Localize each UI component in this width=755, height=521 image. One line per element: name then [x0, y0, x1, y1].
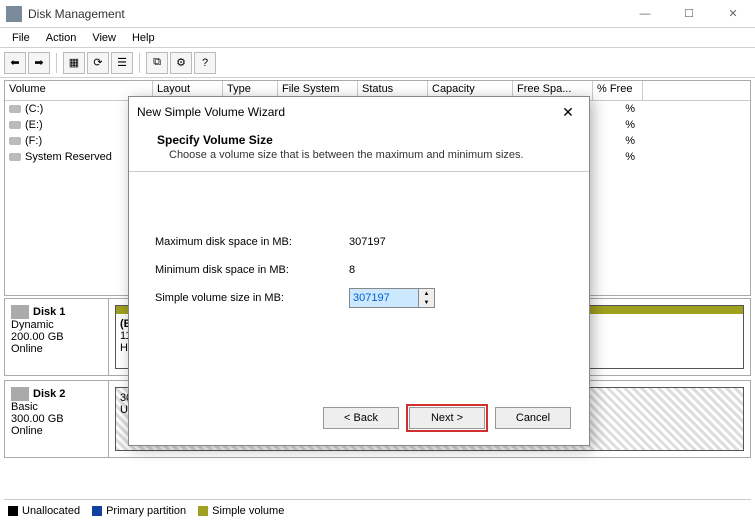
disk-state: Online	[11, 425, 102, 437]
maximize-button[interactable]: ☐	[667, 0, 711, 28]
menu-file[interactable]: File	[4, 30, 38, 46]
spinner-up-icon[interactable]: ▲	[419, 289, 434, 298]
app-icon	[6, 6, 22, 22]
list-icon[interactable]: ☰	[111, 52, 133, 74]
volume-pfree: %	[593, 103, 643, 115]
volume-size-input[interactable]	[349, 288, 419, 308]
volume-pfree: %	[593, 119, 643, 131]
disk-name: Disk 1	[33, 306, 65, 318]
volume-icon	[9, 121, 21, 129]
volume-name: (C:)	[25, 103, 43, 115]
volume-name: (F:)	[25, 135, 42, 147]
disk-icon	[11, 305, 29, 319]
disk-size: 300.00 GB	[11, 413, 102, 425]
nav-back-icon[interactable]: ⬅	[4, 52, 26, 74]
disk-icon	[11, 387, 29, 401]
menubar: File Action View Help	[0, 28, 755, 48]
view-icon[interactable]: ▦	[63, 52, 85, 74]
volume-pfree: %	[593, 151, 643, 163]
dialog-close-button[interactable]: ✕	[555, 104, 581, 121]
swatch-unallocated-icon	[8, 506, 18, 516]
volume-icon	[9, 137, 21, 145]
help-icon[interactable]: ?	[194, 52, 216, 74]
volume-name: System Reserved	[25, 151, 112, 163]
back-button[interactable]: < Back	[323, 407, 399, 429]
disk-name: Disk 2	[33, 388, 65, 400]
volume-icon	[9, 105, 21, 113]
menu-view[interactable]: View	[84, 30, 124, 46]
max-space-label: Maximum disk space in MB:	[155, 236, 349, 248]
settings-icon[interactable]: ⚙	[170, 52, 192, 74]
wizard-dialog: New Simple Volume Wizard ✕ Specify Volum…	[128, 96, 590, 446]
col-pfree[interactable]: % Free	[593, 81, 643, 100]
disk-state: Online	[11, 343, 102, 355]
menu-help[interactable]: Help	[124, 30, 163, 46]
volume-pfree: %	[593, 135, 643, 147]
max-space-value: 307197	[349, 236, 386, 248]
volume-name: (E:)	[25, 119, 43, 131]
volume-icon	[9, 153, 21, 161]
spinner-down-icon[interactable]: ▼	[419, 298, 434, 307]
minimize-button[interactable]: —	[623, 0, 667, 28]
legend: Unallocated Primary partition Simple vol…	[4, 499, 751, 521]
titlebar: Disk Management — ☐ ✕	[0, 0, 755, 28]
next-button[interactable]: Next >	[409, 407, 485, 429]
dialog-title: New Simple Volume Wizard	[137, 105, 555, 119]
window-title: Disk Management	[28, 7, 623, 21]
swatch-primary-icon	[92, 506, 102, 516]
close-button[interactable]: ✕	[711, 0, 755, 28]
properties-icon[interactable]: ⧉	[146, 52, 168, 74]
disk-size: 200.00 GB	[11, 331, 102, 343]
swatch-simple-icon	[198, 506, 208, 516]
toolbar: ⬅ ➡ ▦ ⟳ ☰ ⧉ ⚙ ?	[0, 48, 755, 78]
volume-size-label: Simple volume size in MB:	[155, 292, 349, 304]
cancel-button[interactable]: Cancel	[495, 407, 571, 429]
disk-kind: Dynamic	[11, 319, 102, 331]
min-space-value: 8	[349, 264, 355, 276]
nav-forward-icon[interactable]: ➡	[28, 52, 50, 74]
min-space-label: Minimum disk space in MB:	[155, 264, 349, 276]
refresh-icon[interactable]: ⟳	[87, 52, 109, 74]
dialog-subheading: Choose a volume size that is between the…	[157, 147, 561, 161]
menu-action[interactable]: Action	[38, 30, 85, 46]
dialog-heading: Specify Volume Size	[157, 133, 561, 147]
disk-kind: Basic	[11, 401, 102, 413]
